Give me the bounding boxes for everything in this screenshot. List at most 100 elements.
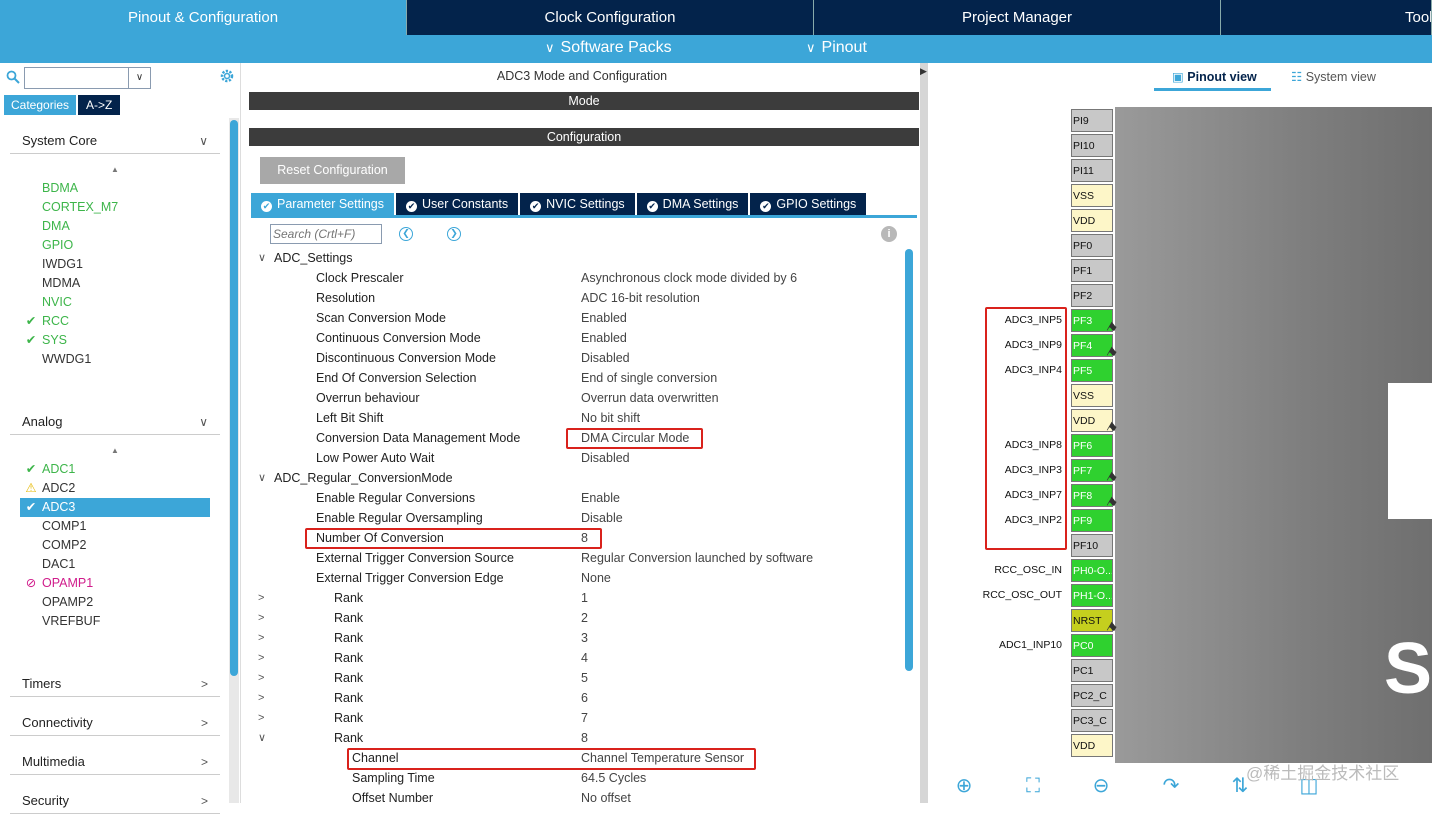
parameter-value[interactable]: 2	[581, 608, 588, 628]
parameter-row[interactable]: Discontinuous Conversion Mode Disabled	[248, 348, 898, 368]
parameter-search[interactable]	[270, 224, 382, 244]
scroll-up-icon[interactable]: ▲	[110, 446, 120, 455]
parameter-value[interactable]: 7	[581, 708, 588, 728]
parameter-row[interactable]: Offset Number No offset	[248, 788, 898, 808]
sidebar-item-rcc[interactable]: ✔ RCC	[20, 312, 210, 331]
sidebar-item-opamp2[interactable]: OPAMP2	[20, 593, 210, 612]
sidebar-item-vrefbuf[interactable]: VREFBUF	[20, 612, 210, 631]
parameter-value[interactable]: Disabled	[581, 448, 630, 468]
collapse-arrow-icon[interactable]: ▶	[920, 66, 928, 78]
tree-group-row[interactable]: ∨ ADC_Settings	[248, 248, 898, 268]
parameter-row[interactable]: Clock Prescaler Asynchronous clock mode d…	[248, 268, 898, 288]
group-connectivity[interactable]: Connectivity >	[10, 710, 220, 736]
chevron-down-icon[interactable]: ∨	[258, 248, 266, 268]
parameter-value[interactable]: Enable	[581, 488, 620, 508]
pin-pi9[interactable]: PI9	[1071, 109, 1113, 132]
parameter-value[interactable]: Enabled	[581, 328, 627, 348]
scroll-up-icon[interactable]: ▲	[110, 165, 120, 174]
group-multimedia[interactable]: Multimedia >	[10, 749, 220, 775]
tab-user-constants[interactable]: ✔ User Constants	[396, 193, 519, 216]
tab-pinout-view[interactable]: ▣ Pinout view	[1172, 69, 1257, 84]
tab-categories[interactable]: Categories	[4, 95, 77, 115]
parameter-value[interactable]: 64.5 Cycles	[581, 768, 646, 788]
pin-vdd[interactable]: VDD	[1071, 209, 1113, 232]
parameter-row[interactable]: Left Bit Shift No bit shift	[248, 408, 898, 428]
sidebar-search-field[interactable]	[25, 68, 125, 88]
parameter-row[interactable]: > Rank 1	[248, 588, 898, 608]
chevron-right-icon[interactable]: >	[258, 708, 264, 728]
sidebar-item-dac1[interactable]: DAC1	[20, 555, 210, 574]
pin-pc3c[interactable]: PC3_C	[1071, 709, 1113, 732]
rotate-icon[interactable]: ↷	[1160, 775, 1182, 797]
sidebar-item-adc2[interactable]: ⚠ ADC2	[20, 479, 210, 498]
parameter-row[interactable]: > Rank 2	[248, 608, 898, 628]
sidebar-item-gpio[interactable]: GPIO	[20, 236, 210, 255]
tab-gpio-settings[interactable]: ✔ GPIO Settings	[750, 193, 867, 216]
parameter-row[interactable]: ∨ Rank 8	[248, 728, 898, 748]
parameter-value[interactable]: None	[581, 568, 611, 588]
sidebar-item-dma[interactable]: DMA	[20, 217, 210, 236]
parameter-value[interactable]: No bit shift	[581, 408, 640, 428]
sidebar-item-wwdg1[interactable]: WWDG1	[20, 350, 210, 369]
parameter-row[interactable]: > Rank 4	[248, 648, 898, 668]
chevron-right-icon[interactable]: >	[258, 628, 264, 648]
tree-group-row[interactable]: ∨ ADC_Regular_ConversionMode	[248, 468, 898, 488]
tab-pinout-configuration[interactable]: Pinout & Configuration	[0, 0, 407, 35]
chevron-down-icon[interactable]: ∨	[258, 728, 266, 748]
chevron-right-icon[interactable]: >	[258, 668, 264, 688]
panel-splitter[interactable]	[920, 63, 928, 803]
parameter-search-input[interactable]	[271, 225, 379, 243]
parameter-value[interactable]: Disable	[581, 508, 623, 528]
mode-section-bar[interactable]: Mode	[249, 92, 919, 110]
parameter-row[interactable]: Overrun behaviour Overrun data overwritte…	[248, 388, 898, 408]
pin-pf10[interactable]: PF10	[1071, 534, 1113, 557]
zoom-in-icon[interactable]: ⊕	[953, 775, 975, 797]
parameter-row[interactable]: End Of Conversion Selection End of single…	[248, 368, 898, 388]
parameter-value[interactable]: 6	[581, 688, 588, 708]
sidebar-item-adc1[interactable]: ✔ ADC1	[20, 460, 210, 479]
parameter-value[interactable]: Enabled	[581, 308, 627, 328]
pin-pf9[interactable]: PF9	[1071, 509, 1113, 532]
sidebar-item-nvic[interactable]: NVIC	[20, 293, 210, 312]
pin-vss[interactable]: VSS	[1071, 384, 1113, 407]
sidebar-item-opamp1[interactable]: ⊘ OPAMP1	[20, 574, 210, 593]
parameter-value[interactable]: Regular Conversion launched by software	[581, 548, 813, 568]
parameter-value[interactable]: 4	[581, 648, 588, 668]
tab-system-view[interactable]: ☷ System view	[1291, 69, 1376, 84]
sidebar-item-iwdg1[interactable]: IWDG1	[20, 255, 210, 274]
parameter-row[interactable]: > Rank 5	[248, 668, 898, 688]
next-match-icon[interactable]: ❯	[447, 227, 461, 241]
sidebar-item-adc3[interactable]: ✔ ADC3	[20, 498, 210, 517]
pin-pc1[interactable]: PC1	[1071, 659, 1113, 682]
chevron-right-icon[interactable]: >	[258, 608, 264, 628]
tab-clock-configuration[interactable]: Clock Configuration	[407, 0, 814, 35]
pin-pi11[interactable]: PI11	[1071, 159, 1113, 182]
pin-ph1o[interactable]: PH1-O...	[1071, 584, 1113, 607]
pinout-menu[interactable]: ∨ Pinout	[806, 39, 867, 57]
parameter-row[interactable]: Sampling Time 64.5 Cycles	[248, 768, 898, 788]
tab-nvic-settings[interactable]: ✔ NVIC Settings	[520, 193, 635, 216]
parameter-row[interactable]: Continuous Conversion Mode Enabled	[248, 328, 898, 348]
chevron-right-icon[interactable]: >	[258, 648, 264, 668]
tab-parameter-settings[interactable]: ✔ Parameter Settings	[251, 193, 394, 216]
tab-a-z[interactable]: A->Z	[78, 95, 121, 115]
info-icon[interactable]: i	[881, 226, 897, 242]
sidebar-item-mdma[interactable]: MDMA	[20, 274, 210, 293]
sidebar-item-sys[interactable]: ✔ SYS	[20, 331, 210, 350]
pin-pf5[interactable]: PF5	[1071, 359, 1113, 382]
pin-pi10[interactable]: PI10	[1071, 134, 1113, 157]
chevron-right-icon[interactable]: >	[258, 688, 264, 708]
parameter-row[interactable]: Low Power Auto Wait Disabled	[248, 448, 898, 468]
group-timers[interactable]: Timers >	[10, 671, 220, 697]
sidebar-item-bdma[interactable]: BDMA	[20, 179, 210, 198]
parameter-value[interactable]: 8	[581, 728, 588, 748]
gear-icon[interactable]	[218, 67, 236, 85]
parameter-row[interactable]: External Trigger Conversion Edge None	[248, 568, 898, 588]
parameter-value[interactable]: Overrun data overwritten	[581, 388, 719, 408]
parameter-row[interactable]: Enable Regular Conversions Enable	[248, 488, 898, 508]
parameter-value[interactable]: Disabled	[581, 348, 630, 368]
chevron-right-icon[interactable]: >	[258, 588, 264, 608]
tab-tools[interactable]: Tools	[1221, 0, 1432, 35]
zoom-out-icon[interactable]: ⊖	[1090, 775, 1112, 797]
parameter-scrollbar[interactable]	[905, 249, 913, 671]
